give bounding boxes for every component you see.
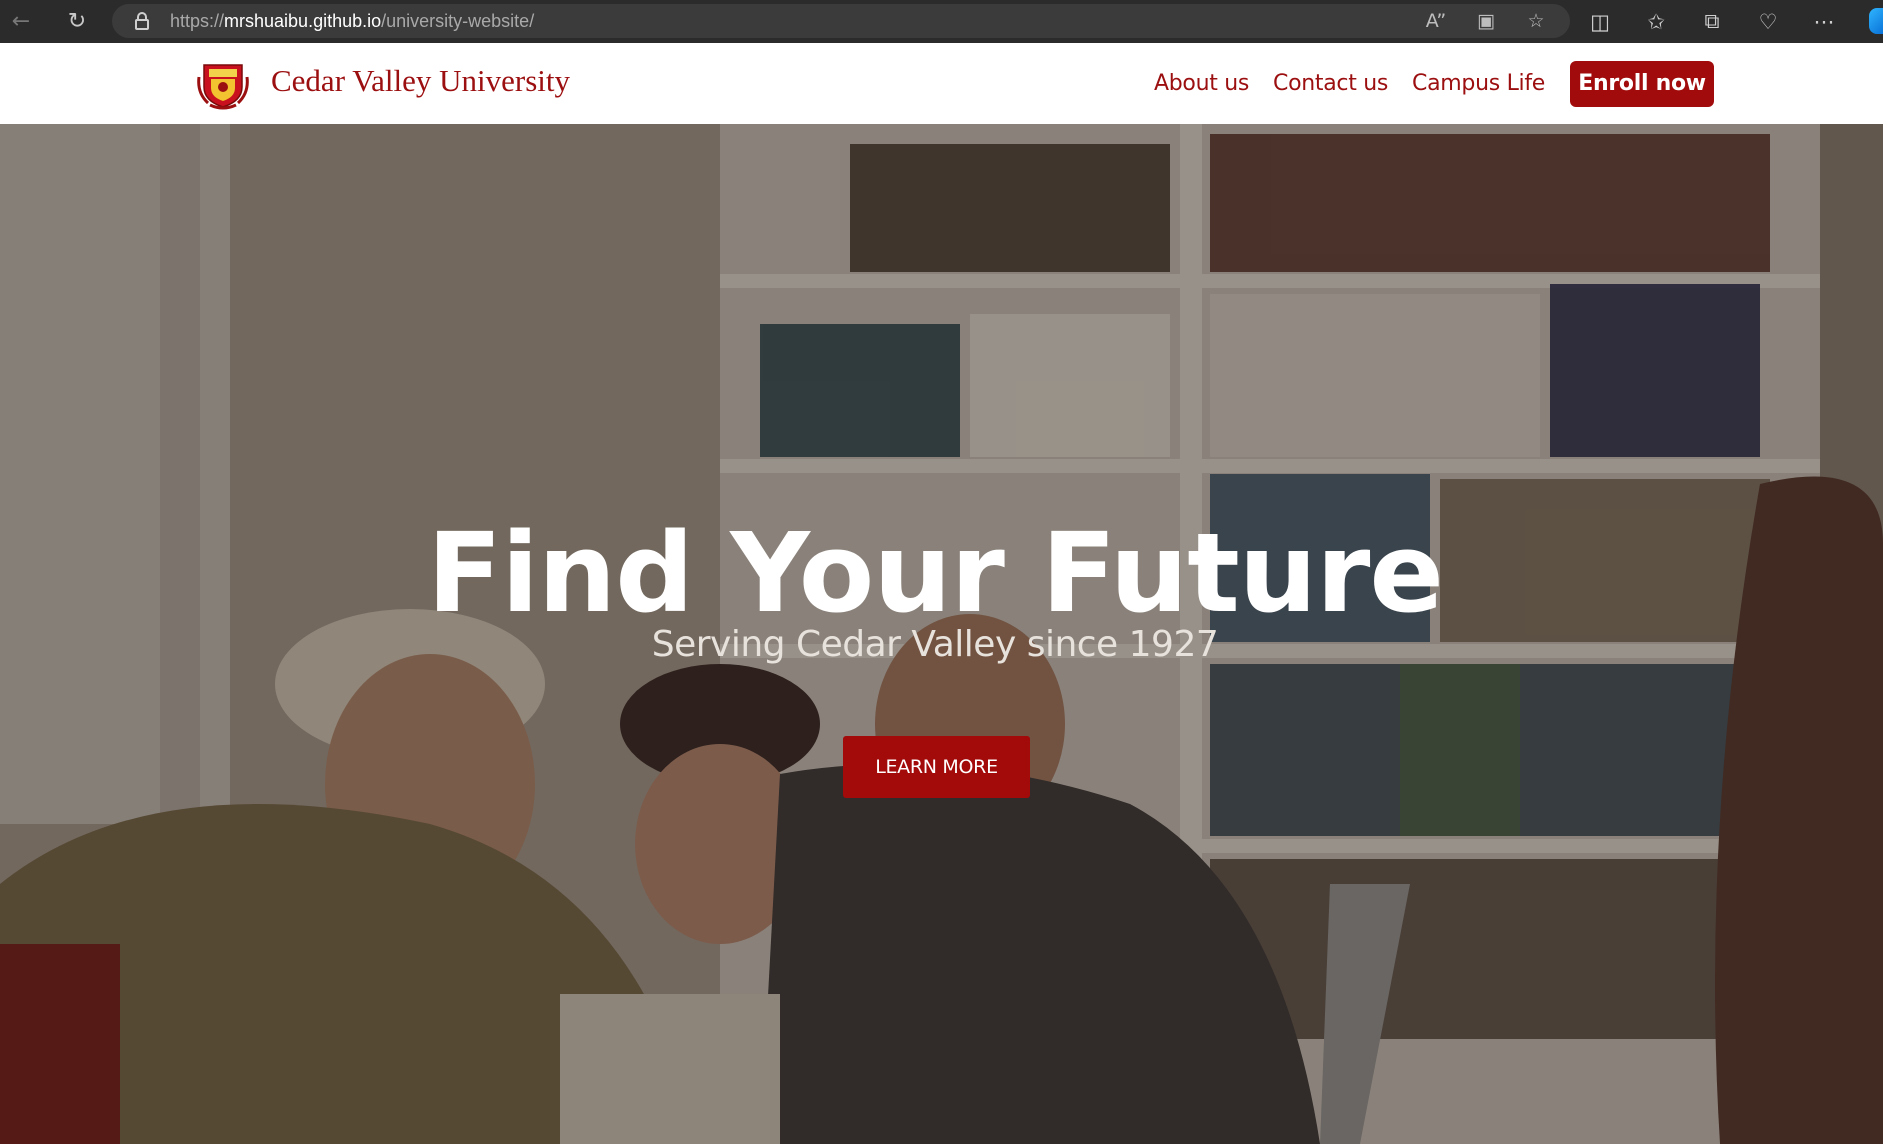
- lock-icon[interactable]: [134, 12, 150, 30]
- read-aloud-icon[interactable]: A”: [1422, 10, 1450, 32]
- browser-essentials-icon[interactable]: ♡: [1750, 10, 1786, 34]
- site-header: Cedar Valley University About us Contact…: [0, 43, 1883, 124]
- reload-icon[interactable]: ↻: [60, 5, 94, 39]
- hero-title: Find Your Future: [427, 509, 1444, 637]
- university-crest-logo[interactable]: [196, 57, 250, 111]
- browser-toolbar: ← ↻ https://mrshuaibu.github.io/universi…: [0, 0, 1883, 43]
- immersive-reader-icon[interactable]: ▣: [1472, 10, 1500, 32]
- nav-link-campus-life[interactable]: Campus Life: [1412, 71, 1545, 96]
- copilot-icon[interactable]: [1869, 8, 1883, 34]
- url-text[interactable]: https://mrshuaibu.github.io/university-w…: [170, 11, 534, 32]
- nav-link-contact[interactable]: Contact us: [1273, 71, 1388, 96]
- hero-subtitle: Serving Cedar Valley since 1927: [651, 624, 1219, 665]
- collections-icon[interactable]: ⧉: [1694, 9, 1730, 34]
- university-name[interactable]: Cedar Valley University: [271, 63, 570, 99]
- hero-section: Find Your Future Serving Cedar Valley si…: [0, 124, 1883, 1144]
- nav-link-about[interactable]: About us: [1154, 71, 1249, 96]
- url-host: mrshuaibu.github.io: [224, 10, 382, 31]
- learn-more-button[interactable]: LEARN MORE: [843, 736, 1030, 798]
- url-path: /university-website/: [381, 10, 535, 31]
- address-bar[interactable]: https://mrshuaibu.github.io/university-w…: [112, 4, 1570, 38]
- split-screen-icon[interactable]: ◫: [1582, 10, 1618, 34]
- main-nav: About us Contact us Campus Life Enroll n…: [1154, 60, 1715, 107]
- back-arrow-icon[interactable]: ←: [4, 5, 38, 39]
- enroll-now-button[interactable]: Enroll now: [1570, 60, 1715, 107]
- favorite-star-icon[interactable]: ☆: [1522, 10, 1550, 32]
- more-icon[interactable]: ⋯: [1806, 10, 1842, 34]
- favorites-icon[interactable]: ✩: [1638, 10, 1674, 34]
